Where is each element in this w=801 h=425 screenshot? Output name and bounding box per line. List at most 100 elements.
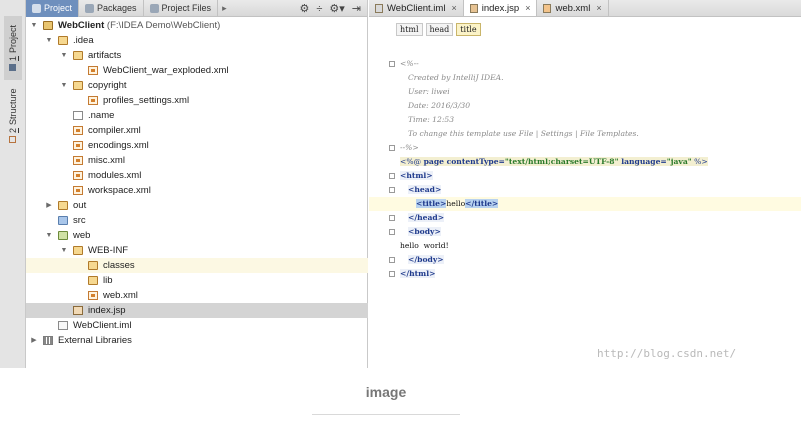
tab-project-files-label: Project Files (161, 3, 212, 13)
settings-gear-icon[interactable]: ⚙▾ (329, 2, 344, 15)
tree-node[interactable]: profiles_settings.xml (26, 93, 368, 108)
fold-marker-icon[interactable] (389, 61, 395, 67)
close-tab-icon[interactable]: × (596, 3, 601, 13)
tree-node-label: External Libraries (58, 335, 132, 346)
code-line[interactable]: <%@ page contentType="text/html;charset=… (369, 155, 801, 169)
breadcrumb-item[interactable]: title (456, 22, 481, 36)
breadcrumb-item[interactable]: html (396, 22, 423, 36)
tree-node[interactable]: classes (26, 258, 368, 273)
tree-node-label: out (73, 200, 87, 211)
collapse-all-icon[interactable]: ÷ (316, 3, 322, 15)
tree-node[interactable]: WebClient.iml (26, 318, 368, 333)
tree-node[interactable]: index.jsp (26, 303, 368, 318)
code-text: <title>hello</title> (416, 197, 499, 211)
tree-node[interactable]: ▼ WebClient (F:\IDEA Demo\WebClient) (26, 18, 368, 33)
code-text: hello world! (400, 239, 449, 253)
folder-icon (73, 81, 83, 90)
project-panel-toolbar: ⚙ ÷ ⚙▾ ⇥ (299, 0, 361, 17)
tree-node[interactable]: src (26, 213, 368, 228)
tool-window-structure-tab[interactable]: 2 Structure (4, 84, 22, 148)
tree-node-label: WebClient.iml (73, 320, 132, 331)
code-text: <%@ page contentType="text/html;charset=… (400, 155, 708, 169)
tree-node[interactable]: encodings.xml (26, 138, 368, 153)
code-line[interactable]: To change this template use File | Setti… (369, 127, 801, 141)
fold-marker-icon[interactable] (389, 257, 395, 263)
expand-arrow-right-icon[interactable]: ▶ (30, 333, 38, 348)
jsp-file-icon (469, 3, 478, 13)
tree-node[interactable]: ▼ web (26, 228, 368, 243)
fold-marker-icon[interactable] (389, 187, 395, 193)
expand-arrow-right-icon[interactable]: ▶ (45, 198, 53, 213)
folder-icon (73, 246, 83, 255)
code-token: <%-- (400, 59, 419, 68)
tab-project-files[interactable]: Project Files (144, 0, 219, 17)
code-token: </html> (400, 269, 436, 278)
code-line[interactable]: Created by IntelliJ IDEA. (369, 71, 801, 85)
more-tabs-arrow-icon[interactable]: ▸ (218, 3, 231, 14)
code-text: User: liwei (408, 85, 450, 99)
tree-node[interactable]: misc.xml (26, 153, 368, 168)
ide-window: 1 Project 2 Structure Project Packages P… (0, 0, 801, 368)
code-line[interactable]: </head> (369, 211, 801, 225)
code-editor[interactable]: <%-- Created by IntelliJ IDEA. User: liwei… (369, 57, 801, 287)
editor-tab[interactable]: WebClient.iml × (369, 0, 464, 16)
tree-node-label: classes (103, 260, 135, 271)
breadcrumb-item[interactable]: head (425, 22, 454, 36)
fold-marker-icon[interactable] (389, 271, 395, 277)
project-tree: ▼ WebClient (F:\IDEA Demo\WebClient) ▼ .ide… (26, 17, 368, 368)
fold-marker-icon[interactable] (389, 229, 395, 235)
tree-node[interactable]: ▼ .idea (26, 33, 368, 48)
code-line[interactable]: --%> (369, 141, 801, 155)
code-line[interactable]: </html> (369, 267, 801, 281)
expand-arrow-down-icon[interactable]: ▼ (30, 18, 38, 33)
expand-arrow-down-icon[interactable]: ▼ (60, 78, 68, 93)
code-token: %> (691, 157, 708, 166)
tree-node[interactable]: .name (26, 108, 368, 123)
expand-arrow-down-icon[interactable]: ▼ (45, 228, 53, 243)
tree-node[interactable]: web.xml (26, 288, 368, 303)
fold-marker-icon[interactable] (389, 173, 395, 179)
tab-project[interactable]: Project (26, 0, 80, 17)
tree-node[interactable]: workspace.xml (26, 183, 368, 198)
expand-arrow-down-icon[interactable]: ▼ (45, 33, 53, 48)
tool-window-project-tab[interactable]: 1 Project (4, 16, 22, 80)
code-line[interactable]: <body> (369, 225, 801, 239)
tree-node[interactable]: ▶ out (26, 198, 368, 213)
folder-blue-icon (58, 216, 68, 225)
editor-tab[interactable]: web.xml × (537, 0, 609, 16)
close-tab-icon[interactable]: × (451, 3, 456, 13)
tree-node[interactable]: ▼ WEB-INF (26, 243, 368, 258)
tree-node[interactable]: ▼ artifacts (26, 48, 368, 63)
code-line[interactable]: <html> (369, 169, 801, 183)
tree-node-label: encodings.xml (88, 140, 149, 151)
code-line[interactable]: User: liwei (369, 85, 801, 99)
tree-node[interactable]: compiler.xml (26, 123, 368, 138)
tree-node-label: compiler.xml (88, 125, 141, 136)
fold-marker-icon[interactable] (389, 145, 395, 151)
editor-tab[interactable]: index.jsp × (463, 0, 538, 16)
xml-icon (73, 141, 83, 150)
code-line[interactable]: Time: 12:53 (369, 113, 801, 127)
code-line[interactable]: <title>hello</title> (369, 197, 801, 211)
code-line[interactable]: </body> (369, 253, 801, 267)
editor-area: WebClient.iml × index.jsp × web.xml × html hea… (369, 0, 801, 368)
expand-arrow-down-icon[interactable]: ▼ (60, 243, 68, 258)
iml-file-icon (375, 3, 383, 13)
expand-arrow-down-icon[interactable]: ▼ (60, 48, 68, 63)
tab-packages[interactable]: Packages (79, 0, 144, 17)
tree-node[interactable]: modules.xml (26, 168, 368, 183)
code-line[interactable]: <head> (369, 183, 801, 197)
jsp-icon (73, 306, 83, 315)
scroll-from-source-icon[interactable]: ⚙ (299, 2, 309, 15)
code-line[interactable]: Date: 2016/3/30 (369, 99, 801, 113)
code-line[interactable]: hello world! (369, 239, 801, 253)
xml-icon (73, 156, 83, 165)
code-line[interactable]: <%-- (369, 57, 801, 71)
tree-node[interactable]: WebClient_war_exploded.xml (26, 63, 368, 78)
close-tab-icon[interactable]: × (525, 3, 530, 13)
tree-node[interactable]: ▶ External Libraries (26, 333, 368, 348)
tree-node[interactable]: lib (26, 273, 368, 288)
hide-panel-icon[interactable]: ⇥ (352, 2, 361, 15)
fold-marker-icon[interactable] (389, 215, 395, 221)
tree-node[interactable]: ▼ copyright (26, 78, 368, 93)
